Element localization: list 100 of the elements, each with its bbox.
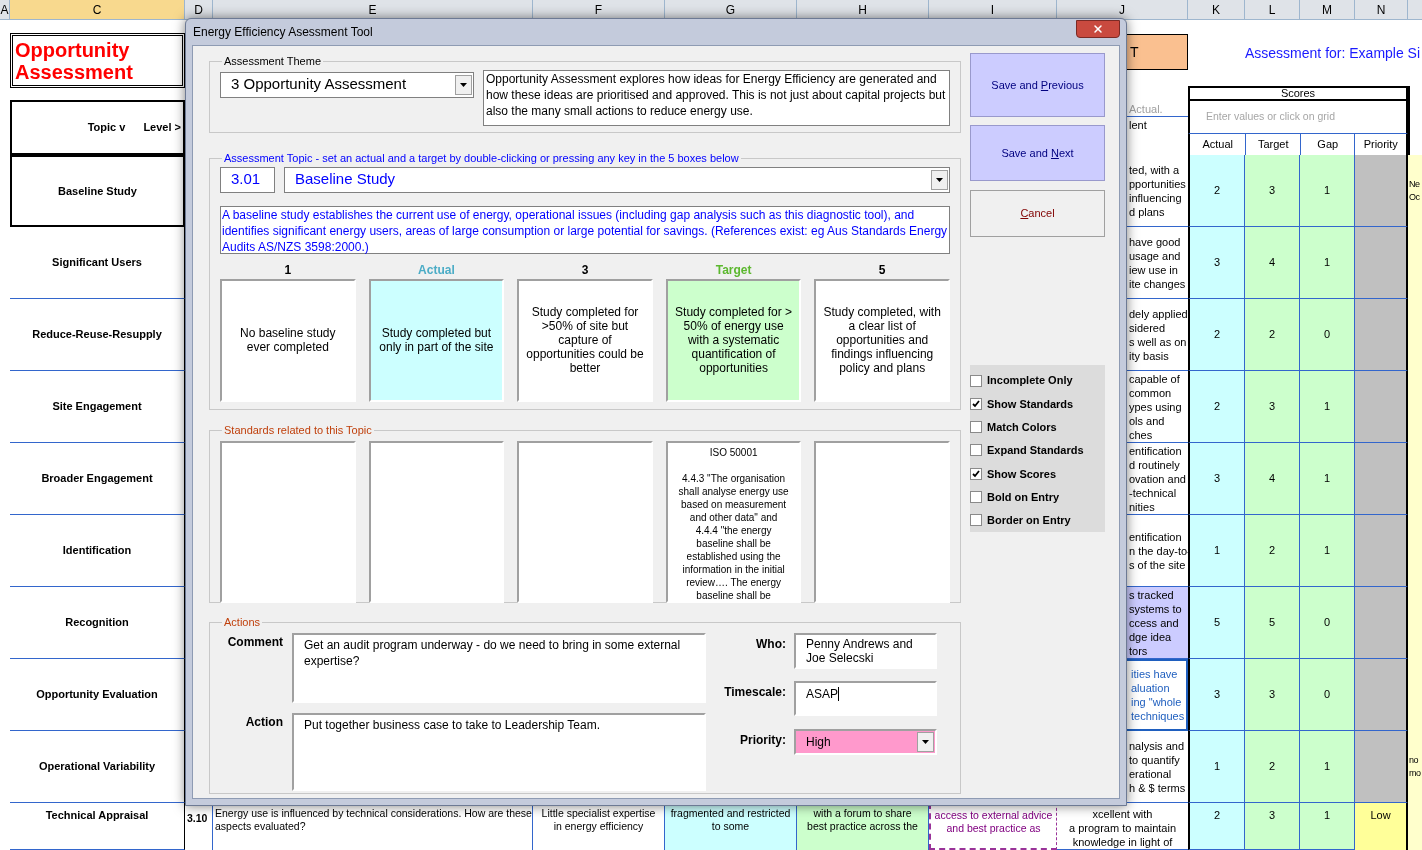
score-value: 3 — [1245, 371, 1300, 443]
field-label: Timescale: — [723, 683, 787, 701]
level-label: 3 — [580, 262, 590, 277]
option-label[interactable]: Show Scores — [987, 465, 1057, 482]
topic-description: A baseline study establishes the current use of energy, operational issues (including gap analysis such as this diagnostic tool), and identifies significant energy users, areas of large consumption or large potential for savings. (References exist: eg Aus Standards Energy Audits AS/NZS 3598:2000.) — [220, 205, 950, 254]
score-value: 2 — [1188, 299, 1245, 371]
level-box[interactable]: Study completed but only in part of the site — [368, 278, 505, 402]
text-cursor — [838, 686, 839, 701]
checkbox[interactable] — [970, 397, 982, 410]
priority-cell — [1355, 299, 1408, 371]
scores-header: Scores — [1188, 86, 1408, 101]
score-value: 5 — [1245, 587, 1300, 659]
score-value: 1 — [1188, 515, 1245, 587]
priority-cell — [1355, 371, 1408, 443]
level-box[interactable]: Study completed, with a clear list of opportunities and findings influencing policy and plans — [814, 278, 950, 402]
score-value: 2 — [1188, 371, 1245, 443]
cell-text: lent — [1128, 118, 1148, 133]
score-value: 0 — [1300, 587, 1355, 659]
cancel-button[interactable]: Cancel — [970, 190, 1105, 237]
level-text: with a forum to share best practice across the — [797, 803, 929, 850]
score-value: 2 — [1245, 515, 1300, 587]
checkbox[interactable] — [970, 374, 982, 387]
option-label[interactable]: Match Colors — [987, 418, 1057, 436]
score-value: 3 — [1245, 803, 1300, 850]
group-label: Standards related to this Topic — [223, 423, 373, 438]
checkbox[interactable] — [970, 467, 982, 480]
score-value: 3 — [1245, 155, 1300, 227]
score-value: 3 — [1188, 443, 1245, 515]
level-text: access to external advice and best practice as — [929, 803, 1057, 850]
theme-description: Opportunity Assessment explores how ideas for Energy Efficiency are generated and how these ideas are prioritised and approved. This is not just about capital projects but also the many small actions to reduce energy use. — [483, 69, 950, 126]
priority-cell — [1355, 443, 1408, 515]
score-value: 3 — [1188, 659, 1245, 731]
dropdown-button[interactable] — [455, 74, 472, 95]
who-field[interactable]: Penny Andrews and Joe Selecski — [794, 632, 937, 669]
field-label: Priority: — [739, 731, 787, 749]
priority-value: Low — [1355, 803, 1408, 850]
priority-cell — [1355, 659, 1408, 731]
topic-code-field[interactable]: 3.01 — [220, 166, 275, 193]
cell-text: Ne Oc — [1408, 155, 1422, 227]
checkbox[interactable] — [970, 491, 982, 504]
level-label: Actual — [417, 262, 456, 277]
caret-icon — [922, 739, 929, 744]
score-value: 1 — [1300, 371, 1355, 443]
group-label: Assessment Topic - set an actual and a target by double-clicking or pressing any key in the 5 boxes below — [223, 151, 740, 166]
priority-cell — [1355, 515, 1408, 587]
close-button[interactable] — [1076, 20, 1120, 38]
check-icon — [972, 399, 980, 408]
score-value: 0 — [1300, 659, 1355, 731]
field-label: Action — [244, 713, 284, 731]
option-label[interactable]: Bold on Entry — [987, 488, 1060, 506]
group-label: Actions — [223, 615, 262, 630]
column-title: Priority — [1362, 137, 1399, 153]
dropdown-button[interactable] — [931, 169, 948, 190]
level-label: 1 — [283, 262, 293, 277]
score-value: 1 — [1300, 515, 1355, 587]
window-title: Energy Efficiency Asessment Tool — [192, 24, 373, 41]
theme-select[interactable]: 3 Opportunity Assessment — [220, 71, 474, 98]
score-value: 2 — [1245, 299, 1300, 371]
check-icon — [972, 469, 980, 478]
dropdown-button[interactable] — [917, 731, 934, 752]
cell-text: no mo — [1408, 731, 1422, 803]
level-label: Target — [714, 262, 753, 277]
close-icon — [1092, 23, 1104, 35]
comment-field[interactable]: Get an audit program underway - do we need to bring in some external expertise? — [292, 632, 706, 703]
level-box[interactable]: Study completed for > 50% of energy use with a systematic quantification of opportunities — [665, 278, 802, 402]
field-label: Comment — [226, 633, 284, 651]
score-value: 1 — [1300, 227, 1355, 299]
checkbox[interactable] — [970, 421, 982, 434]
score-value: 4 — [1245, 443, 1300, 515]
checkbox[interactable] — [970, 514, 982, 527]
checkbox[interactable] — [970, 444, 982, 457]
standard-text: ISO 50001 4.4.3 "The organisation shall analyse energy use based on measurement and other data" and 4.4.4 "the energy baseline shall be established using the information in the initial review…. The energy baseline shall be — [665, 440, 802, 603]
score-value: 0 — [1300, 299, 1355, 371]
score-value: 1 — [1300, 803, 1355, 850]
priority-cell — [1355, 155, 1408, 227]
topic-header: Topic v — [87, 120, 126, 136]
action-field[interactable]: Put together business case to take to Leadership Team. — [292, 712, 706, 791]
score-value: 1 — [1300, 155, 1355, 227]
field-label: Who: — [755, 635, 787, 653]
save-button[interactable]: Save and Previous — [970, 53, 1105, 117]
score-value: 2 — [1245, 731, 1300, 803]
topic-select[interactable]: Baseline Study — [284, 166, 950, 193]
level-box[interactable]: Study completed for >50% of site but capture of opportunities could be better — [517, 278, 653, 402]
level-box[interactable]: No baseline study ever completed — [220, 278, 356, 402]
score-value: 2 — [1188, 155, 1245, 227]
score-value: 2 — [1188, 803, 1245, 850]
assessment-for: Assessment for: Example Si — [1245, 43, 1421, 63]
topic-cell[interactable]: Baseline Study — [10, 155, 185, 227]
score-value: 4 — [1245, 227, 1300, 299]
timescale-field[interactable]: ASAP — [794, 680, 937, 716]
score-value: 3 — [1245, 659, 1300, 731]
sheet-cell — [1408, 803, 1422, 850]
score-value: 5 — [1188, 587, 1245, 659]
score-value: 3 — [1188, 227, 1245, 299]
group-label: Assessment Theme — [223, 54, 322, 69]
save-button[interactable]: Save and Next — [970, 125, 1105, 181]
level-label: 5 — [877, 262, 887, 277]
priority-select[interactable]: High — [794, 728, 937, 755]
topic-cell[interactable]: Technical Appraisal — [10, 803, 185, 850]
column-header[interactable]: C — [10, 0, 185, 19]
